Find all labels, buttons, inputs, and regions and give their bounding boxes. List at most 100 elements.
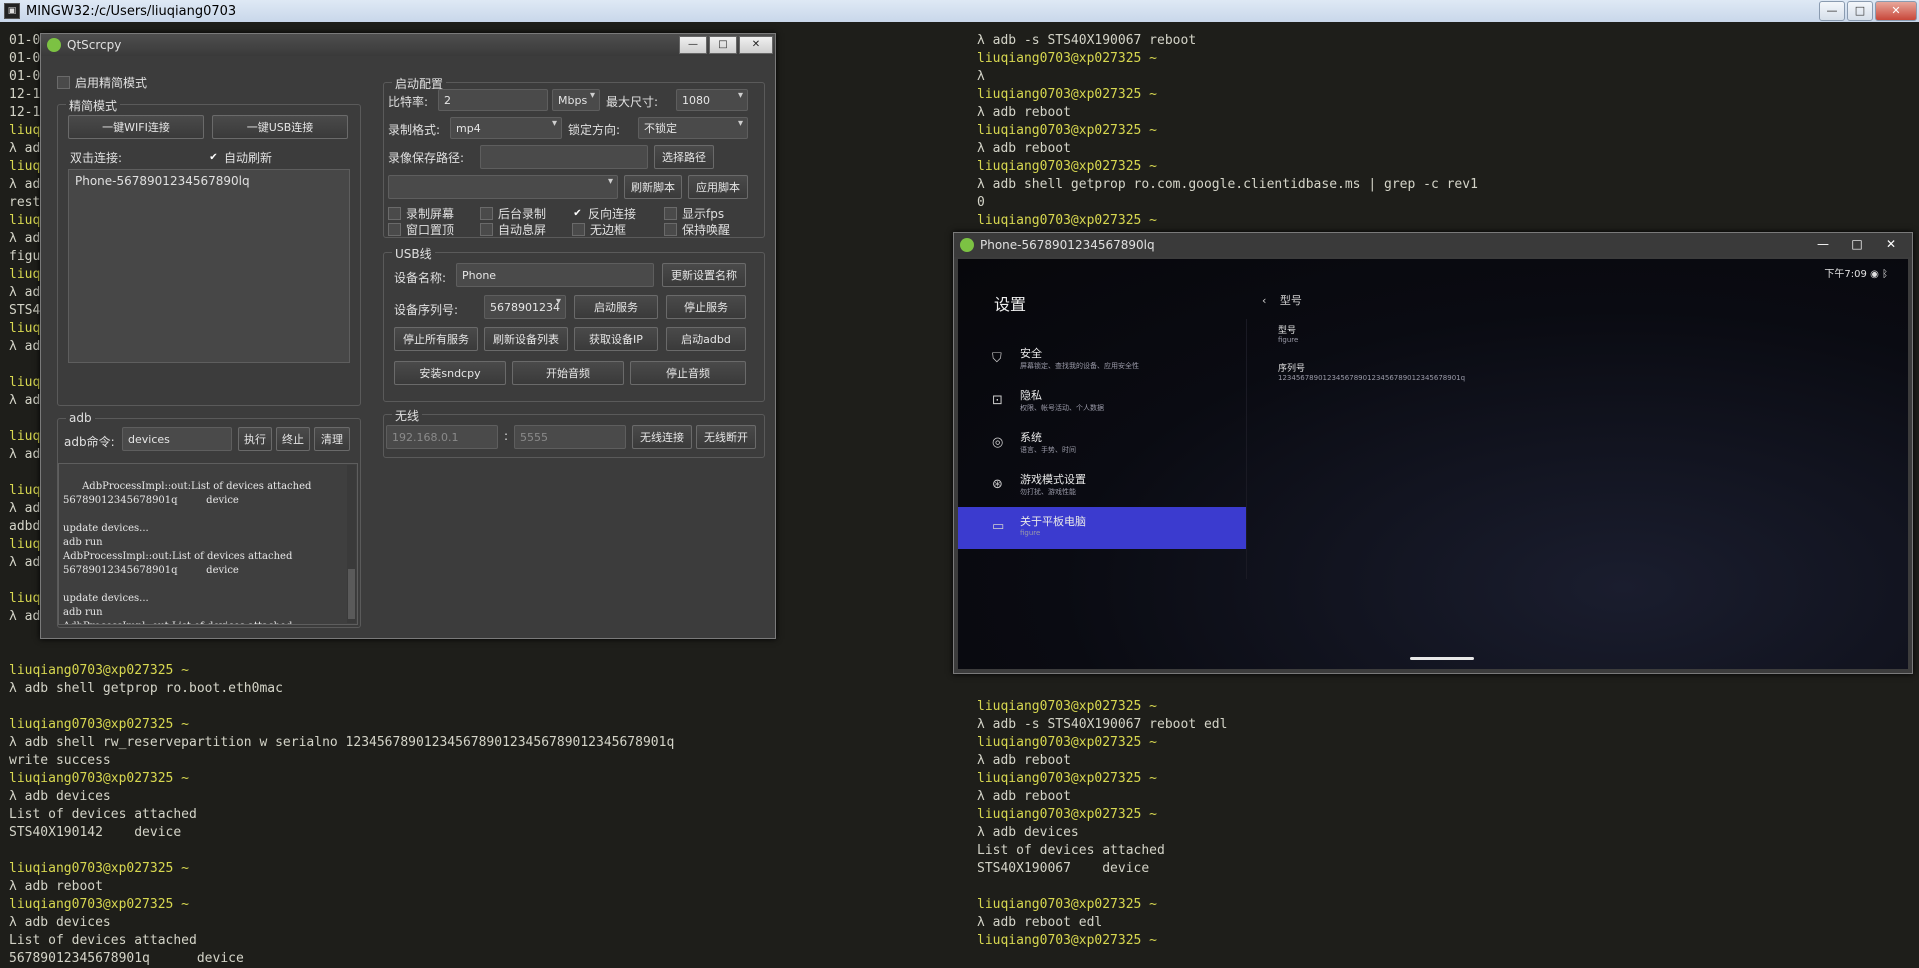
get-device-ip-button[interactable]: 获取设备IP [574, 327, 658, 351]
auto-refresh-label: 自动刷新 [224, 151, 273, 165]
stop-all-services-button[interactable]: 停止所有服务 [394, 327, 478, 351]
terminal-right-pane-bottom[interactable]: STS40X190142 deviceliuqiang0703@xp027325… [977, 662, 1227, 950]
check-label: 显示fps [682, 207, 725, 221]
start-adbd-button[interactable]: 启动adbd [666, 327, 746, 351]
qt-close-button[interactable]: ✕ [739, 36, 773, 54]
home-indicator[interactable] [1410, 657, 1474, 660]
serial-select[interactable]: 5678901234 [484, 295, 566, 319]
minimize-button[interactable]: — [1819, 1, 1845, 21]
terminal-line: liuqiang0703@xp027325 ~ [977, 897, 1158, 912]
frameless-checkbox[interactable]: 无边框 [572, 221, 626, 238]
auto-refresh-checkbox[interactable]: ✔ 自动刷新 [208, 149, 272, 166]
record-screen-checkbox[interactable]: 录制屏幕 [388, 205, 454, 222]
wireless-disconnect-button[interactable]: 无线断开 [696, 425, 756, 449]
refresh-devices-button[interactable]: 刷新设备列表 [484, 327, 568, 351]
adb-log-output[interactable]: AdbProcessImpl::out:List of devices atta… [58, 463, 358, 625]
apply-script-button[interactable]: 应用脚本 [688, 175, 748, 199]
device-name-input[interactable]: Phone [456, 263, 654, 287]
record-format-select[interactable]: mp4 [450, 117, 562, 139]
choose-path-button[interactable]: 选择路径 [654, 145, 714, 169]
settings-menu-item[interactable]: ⊛ 游戏模式设置 勿打扰、游戏性能 [958, 465, 1246, 507]
refresh-script-button[interactable]: 刷新脚本 [624, 175, 682, 199]
close-button[interactable]: ✕ [1875, 1, 1917, 21]
reverse-connect-checkbox[interactable]: ✔ 反向连接 [572, 205, 636, 222]
phone-window: Phone-5678901234567890lq — □ ✕ 下午7:09 ◉ … [953, 232, 1913, 674]
device-list-item[interactable]: Phone-5678901234567890lq [69, 170, 349, 192]
device-name-label: 设备名称: [394, 271, 447, 285]
script-select[interactable] [388, 175, 618, 199]
log-scroll-thumb[interactable] [348, 569, 355, 619]
qtscrcpy-logo-icon [47, 38, 61, 52]
auto-screen-off-checkbox[interactable]: 自动息屏 [480, 221, 546, 238]
always-top-checkbox[interactable]: 窗口置顶 [388, 221, 454, 238]
phone-minimize-button[interactable]: — [1808, 235, 1838, 253]
qt-maximize-button[interactable]: □ [709, 36, 737, 54]
terminal-right-pane-top[interactable]: λ adb -s STS40X190067 reboot liuqiang0703… [977, 32, 1478, 230]
detail-value: 1234567890123456789012345678901234567890… [1278, 374, 1466, 382]
double-click-label: 双击连接: [70, 151, 123, 165]
bitrate-unit-select[interactable]: Mbps [552, 89, 600, 111]
start-audio-button[interactable]: 开始音频 [512, 361, 624, 385]
bitrate-input[interactable]: 2 [438, 89, 548, 111]
install-sndcpy-button[interactable]: 安装sndcpy [394, 361, 506, 385]
ip-input[interactable]: 192.168.0.1 [386, 425, 498, 449]
check-label: 保持唤醒 [682, 223, 731, 237]
stay-awake-checkbox[interactable]: 保持唤醒 [664, 221, 730, 238]
lock-direction-label: 锁定方向: [568, 123, 621, 137]
max-size-select[interactable]: 1080 [676, 89, 748, 111]
phone-screen[interactable]: 下午7:09 ◉ ᛒ 设置 ⛉ 安全 屏幕锁定、查找我的设备、应用安全性 ⊡ 隐私 权限、… [958, 259, 1908, 669]
detail-header: 型号 [1279, 294, 1302, 307]
port-input[interactable]: 5555 [514, 425, 626, 449]
background-record-checkbox[interactable]: 后台录制 [480, 205, 546, 222]
adb-clear-button[interactable]: 清理 [314, 427, 350, 451]
adb-cmd-input[interactable]: devices [122, 427, 232, 451]
terminal-line: λ adb shell getprop ro.boot.eth0mac [9, 681, 283, 696]
terminal-line: liuqiang0703@xp027325 ~ [977, 87, 1158, 102]
stop-service-button[interactable]: 停止服务 [666, 295, 746, 319]
detail-item-model[interactable]: 型号 figure [1278, 323, 1298, 344]
update-name-button[interactable]: 更新设置名称 [662, 263, 746, 287]
terminal-line: write success [9, 753, 111, 768]
settings-menu-item[interactable]: ▭ 关于平板电脑 figure [958, 507, 1246, 549]
adb-exec-button[interactable]: 执行 [238, 427, 272, 451]
qt-minimize-button[interactable]: — [679, 36, 707, 54]
device-list[interactable]: Phone-5678901234567890lq [68, 169, 350, 363]
maximize-button[interactable]: □ [1847, 1, 1873, 21]
record-path-input[interactable] [480, 145, 648, 169]
wifi-connect-button[interactable]: 一键WIFI连接 [68, 115, 204, 139]
detail-item-serial[interactable]: 序列号 123456789012345678901234567890123456… [1278, 361, 1465, 382]
serial-label: 设备序列号: [394, 303, 459, 317]
qtscrcpy-titlebar: QtScrcpy — □ ✕ [41, 34, 775, 56]
adb-stop-button[interactable]: 终止 [276, 427, 310, 451]
check-box[interactable] [480, 223, 493, 236]
simple-mode-checkbox[interactable]: 启用精简模式 [57, 74, 147, 91]
settings-title: 设置 [994, 295, 1027, 314]
check-box[interactable] [388, 223, 401, 236]
check-box[interactable] [572, 223, 585, 236]
check-box[interactable] [388, 207, 401, 220]
start-service-button[interactable]: 启动服务 [574, 295, 658, 319]
wireless-connect-button[interactable]: 无线连接 [632, 425, 692, 449]
simple-mode-box[interactable] [57, 76, 70, 89]
settings-menu-item[interactable]: ⊡ 隐私 权限、帐号活动、个人数据 [958, 381, 1246, 423]
terminal-line: λ adb devices [9, 915, 111, 930]
phone-maximize-button[interactable]: □ [1842, 235, 1872, 253]
check-box[interactable] [664, 223, 677, 236]
show-fps-checkbox[interactable]: 显示fps [664, 205, 724, 222]
terminal-line: λ adb shell getprop ro.com.google.client… [977, 177, 1478, 192]
back-button[interactable]: ‹ 型号 [1262, 292, 1302, 308]
status-bar: 下午7:09 ◉ ᛒ [1824, 265, 1888, 280]
settings-menu-item[interactable]: ◎ 系统 语言、手势、时间 [958, 423, 1246, 465]
check-label: 反向连接 [588, 207, 637, 221]
settings-menu-item[interactable]: ⛉ 安全 屏幕锁定、查找我的设备、应用安全性 [958, 339, 1246, 381]
check-box[interactable] [480, 207, 493, 220]
phone-close-button[interactable]: ✕ [1876, 235, 1906, 253]
usb-connect-button[interactable]: 一键USB连接 [212, 115, 348, 139]
check-label: 自动息屏 [498, 223, 547, 237]
stop-audio-button[interactable]: 停止音频 [630, 361, 746, 385]
back-arrow-icon[interactable]: ‹ [1262, 294, 1266, 307]
log-scrollbar[interactable] [347, 465, 356, 623]
lock-direction-select[interactable]: 不锁定 [638, 117, 748, 139]
check-box[interactable] [664, 207, 677, 220]
